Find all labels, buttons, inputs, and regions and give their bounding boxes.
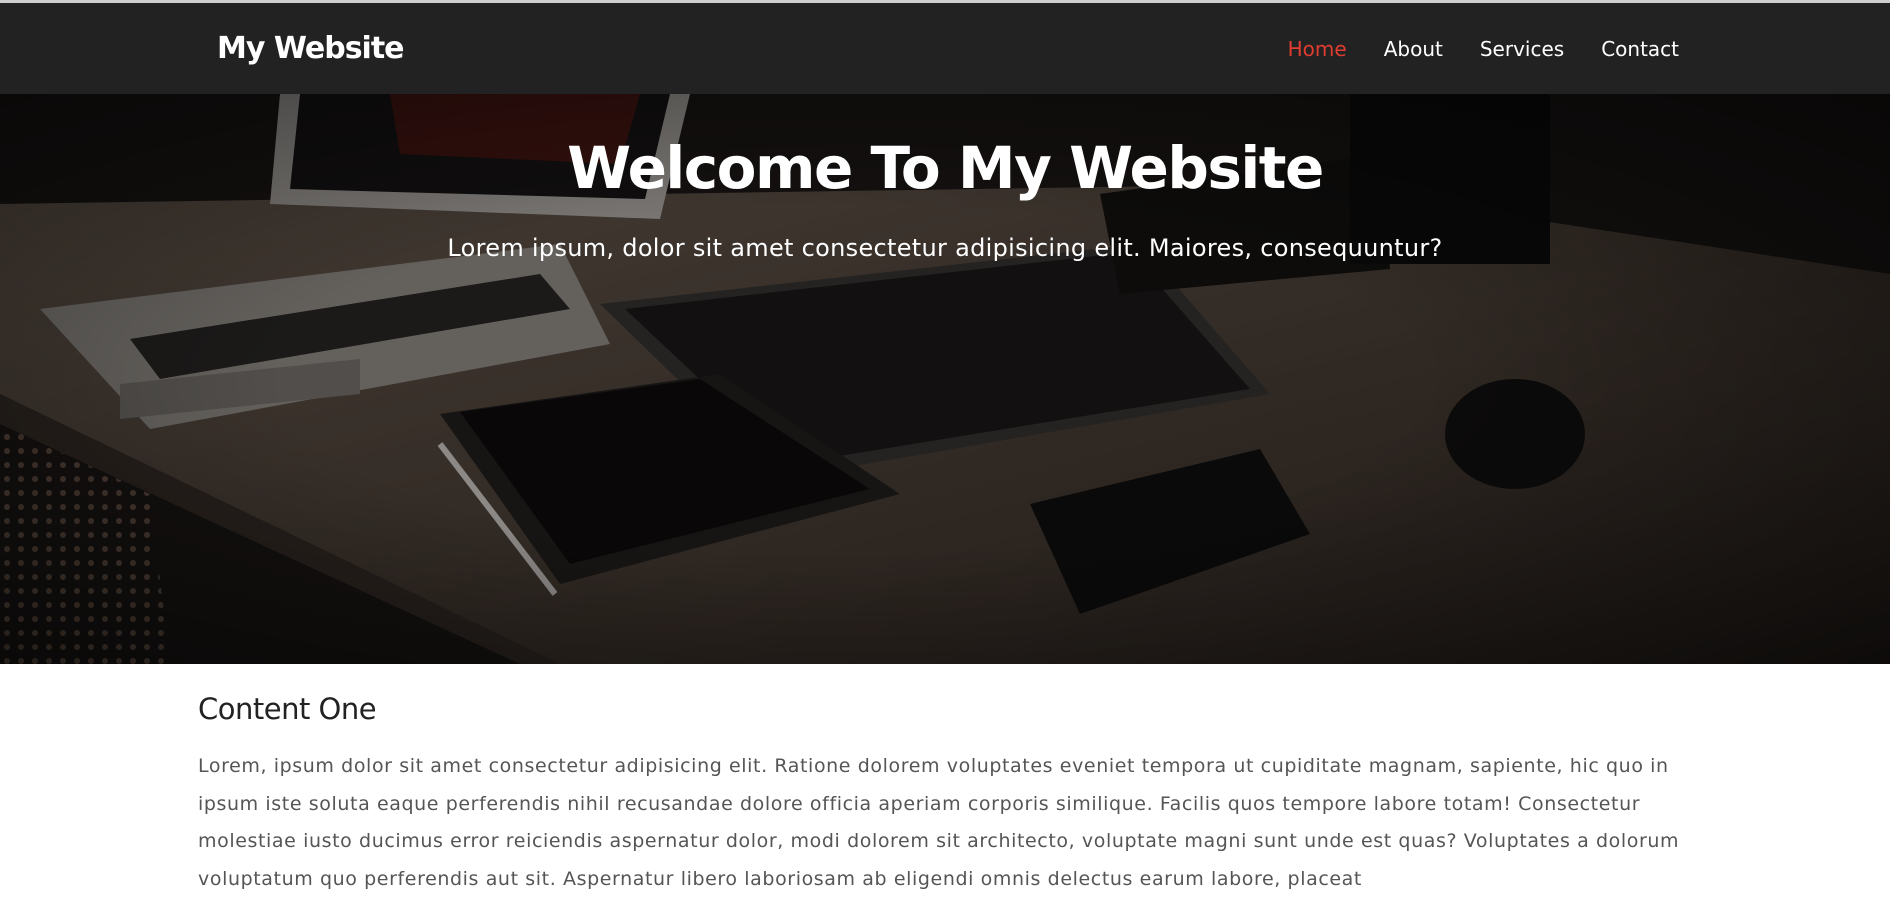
hero-banner: Welcome To My Website Lorem ipsum, dolor… xyxy=(0,94,1890,664)
content-paragraph: Lorem, ipsum dolor sit amet consectetur … xyxy=(198,755,1680,890)
hero-subtitle: Lorem ipsum, dolor sit amet consectetur … xyxy=(447,234,1443,262)
nav-link-services[interactable]: Services xyxy=(1480,37,1564,61)
navbar: My Website Home About Services Contact xyxy=(0,3,1890,94)
nav-menu: Home About Services Contact xyxy=(1288,3,1679,94)
nav-link-home[interactable]: Home xyxy=(1288,37,1347,61)
content-section: Content One Lorem, ipsum dolor sit amet … xyxy=(198,664,1698,898)
nav-link-about[interactable]: About xyxy=(1384,37,1443,61)
content-title: Content One xyxy=(198,692,377,726)
nav-link-contact[interactable]: Contact xyxy=(1601,37,1679,61)
site-brand[interactable]: My Website xyxy=(217,3,405,94)
hero-title: Welcome To My Website xyxy=(567,134,1324,202)
